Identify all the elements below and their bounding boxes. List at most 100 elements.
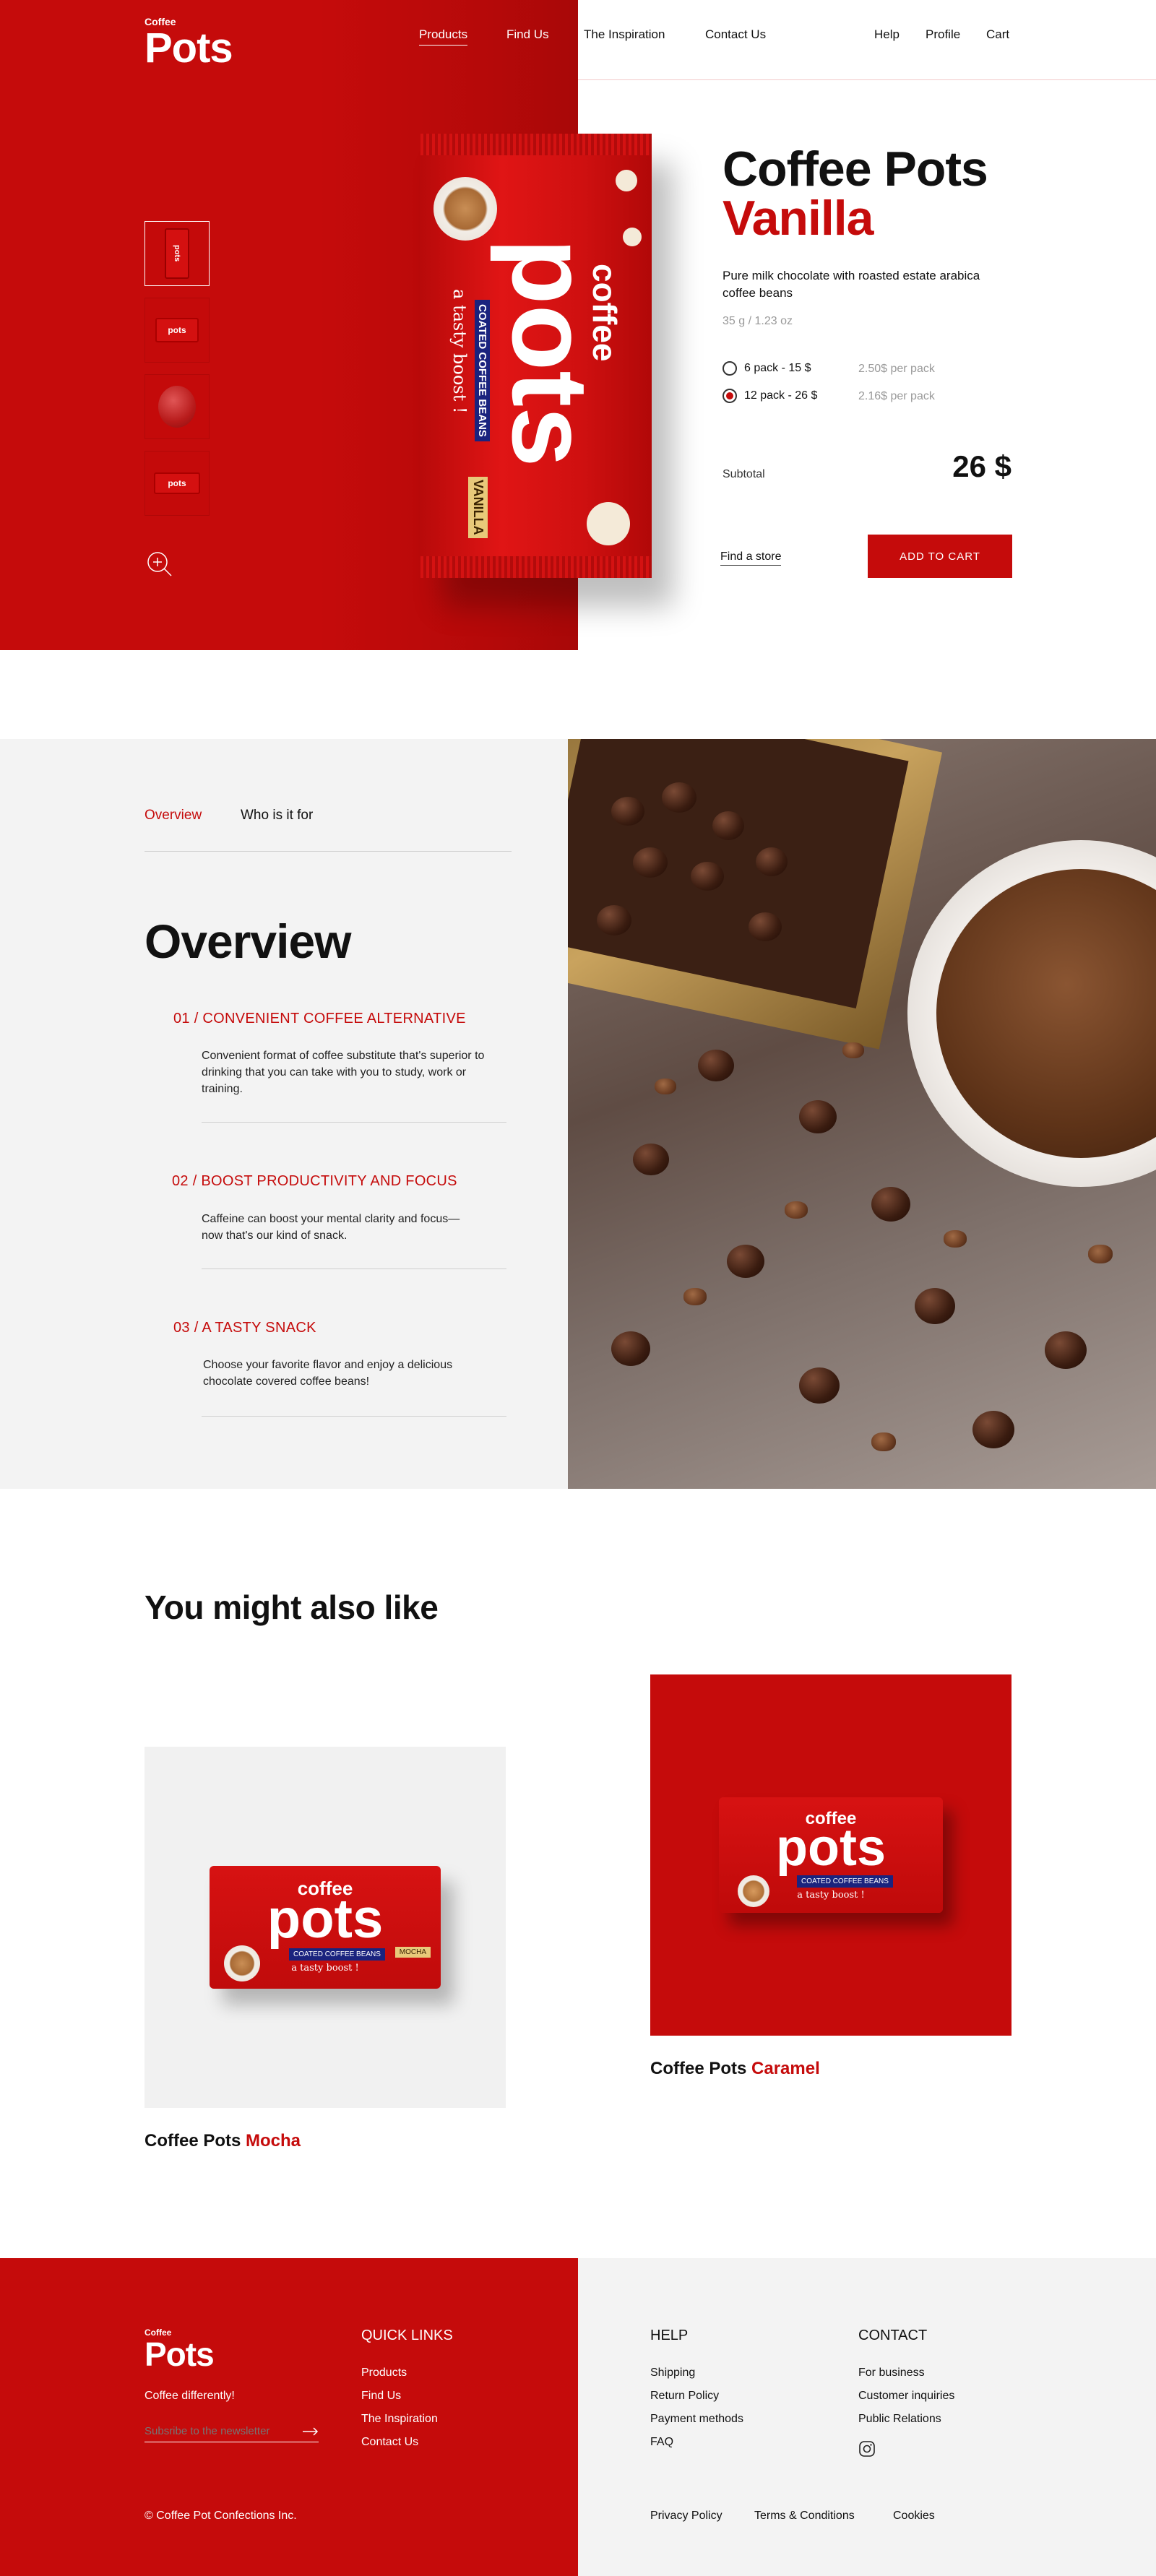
logo[interactable]: Coffee Pots: [144, 16, 233, 69]
hero-white-panel: [578, 0, 1156, 650]
radio-6-pack[interactable]: [722, 361, 737, 376]
vanilla-flower-icon: [587, 502, 630, 545]
footer-link-contact-us[interactable]: Contact Us: [361, 2436, 418, 2449]
logo-big-text: Pots: [144, 25, 233, 72]
option-6-pack-label: 6 pack - 15 $: [744, 362, 811, 374]
zoom-in-icon[interactable]: [144, 549, 173, 582]
product-description: Pure milk chocolate with roasted estate …: [722, 269, 980, 300]
product-title-line1: Coffee Pots: [722, 142, 988, 196]
footer-red-panel: [0, 2258, 578, 2576]
overview-heading: Overview: [144, 915, 352, 968]
subtotal-value: 26 $: [952, 449, 1012, 483]
overview-item-3-divider: [202, 1416, 506, 1417]
thumbnail-2[interactable]: pots: [144, 298, 210, 363]
bean-decoration: [623, 228, 642, 246]
nav-divider: [578, 79, 1156, 80]
newsletter-input[interactable]: [144, 2425, 289, 2437]
footer-tagline: Coffee differently!: [144, 2390, 235, 2402]
nav-cart[interactable]: Cart: [986, 27, 1009, 42]
arrow-right-icon[interactable]: [303, 2426, 319, 2436]
subtotal-label: Subtotal: [722, 468, 765, 480]
overview-item-3-text: Choose your favorite flavor and enjoy a …: [203, 1359, 453, 1388]
overview-item-1-divider: [202, 1122, 506, 1123]
bean-decoration: [616, 170, 637, 191]
thumbnail-4[interactable]: pots: [144, 451, 210, 516]
footer-cookies[interactable]: Cookies: [893, 2510, 935, 2523]
product-title: Coffee Pots Vanilla: [722, 144, 988, 243]
footer-link-customer-inquiries[interactable]: Customer inquiries: [858, 2390, 954, 2403]
nav-contact-us[interactable]: Contact Us: [705, 27, 766, 42]
footer-link-for-business[interactable]: For business: [858, 2367, 925, 2380]
product-card-caramel[interactable]: coffee pots COATED COFFEE BEANS a tasty …: [650, 1674, 1012, 2036]
overview-item-1-title: 01 / CONVENIENT COFFEE ALTERNATIVE: [173, 1011, 466, 1027]
overview-item-2-number: 02 /: [172, 1173, 202, 1189]
nav-find-us[interactable]: Find Us: [506, 27, 549, 42]
product-card-caramel-name[interactable]: Coffee Pots Caramel: [650, 2059, 820, 2079]
caramel-name-prefix: Coffee Pots: [650, 2059, 752, 2078]
pack-flavor-text: VANILLA: [468, 477, 488, 538]
overview-item-2-text: Caffeine can boost your mental clarity a…: [202, 1213, 460, 1242]
radio-12-pack[interactable]: [722, 389, 737, 403]
nav-profile[interactable]: Profile: [926, 27, 960, 42]
product-card-mocha-name[interactable]: Coffee Pots Mocha: [144, 2131, 301, 2151]
thumbnail-1[interactable]: pots: [144, 221, 210, 286]
mocha-name-flavor: Mocha: [246, 2131, 301, 2151]
thumbnail-pack-vertical: pots: [165, 228, 189, 279]
footer-help-title: HELP: [650, 2328, 689, 2343]
caramel-pack-tasty: a tasty boost !: [797, 1890, 865, 1901]
product-package-image: coffee pots COATED COFFEE BEANS a tasty …: [420, 134, 652, 578]
footer-link-payment-methods[interactable]: Payment methods: [650, 2413, 743, 2426]
caramel-pack-coated: COATED COFFEE BEANS: [797, 1875, 893, 1888]
thumbnail-bean-shape: [158, 386, 196, 428]
thumbnail-3[interactable]: [144, 374, 210, 439]
newsletter-field[interactable]: [144, 2425, 319, 2442]
product-title-flavor: Vanilla: [722, 191, 874, 246]
product-weight: 35 g / 1.23 oz: [722, 315, 793, 327]
nav-inspiration[interactable]: The Inspiration: [584, 27, 665, 42]
option-12-pack-label: 12 pack - 26 $: [744, 389, 818, 402]
option-6-pack-per: 2.50$ per pack: [858, 363, 935, 375]
product-card-mocha[interactable]: coffee pots COATED COFFEE BEANS a tasty …: [144, 1747, 506, 2108]
caramel-package-image: coffee pots COATED COFFEE BEANS a tasty …: [719, 1797, 943, 1913]
footer-link-products[interactable]: Products: [361, 2367, 407, 2380]
footer-privacy-policy[interactable]: Privacy Policy: [650, 2510, 722, 2523]
instagram-icon[interactable]: [858, 2440, 876, 2461]
tab-who-is-it-for[interactable]: Who is it for: [241, 808, 313, 824]
mocha-pack-coated: COATED COFFEE BEANS: [289, 1948, 385, 1961]
add-to-cart-button[interactable]: ADD TO CART: [868, 535, 1012, 578]
footer-link-find-us[interactable]: Find Us: [361, 2390, 401, 2403]
nav-products[interactable]: Products: [419, 27, 468, 46]
mocha-pack-pots: pots: [267, 1888, 384, 1950]
footer-link-return-policy[interactable]: Return Policy: [650, 2390, 719, 2403]
find-store-link[interactable]: Find a store: [720, 550, 782, 566]
footer-link-shipping[interactable]: Shipping: [650, 2367, 695, 2380]
overview-item-3-title-text: A TASTY SNACK: [202, 1320, 316, 1336]
footer-terms-conditions[interactable]: Terms & Conditions: [754, 2510, 855, 2523]
overview-item-1-number: 01 /: [173, 1011, 203, 1026]
thumbnail-pack-horizontal: pots: [155, 318, 199, 342]
pack-tasty-text: a tasty boost !: [449, 289, 470, 414]
overview-item-1-title-text: CONVENIENT COFFEE ALTERNATIVE: [202, 1011, 466, 1026]
pack-pots-text: pots: [490, 238, 611, 467]
footer-logo[interactable]: Coffee Pots: [144, 2328, 215, 2373]
overview-item-2-title: 02 / BOOST PRODUCTIVITY AND FOCUS: [172, 1173, 457, 1190]
option-12-pack[interactable]: 12 pack - 26 $: [722, 389, 817, 403]
footer-link-public-relations[interactable]: Public Relations: [858, 2413, 941, 2426]
footer-logo-big: Pots: [144, 2335, 215, 2373]
related-heading: You might also like: [144, 1589, 439, 1626]
footer-copyright: © Coffee Pot Confections Inc.: [144, 2510, 297, 2522]
mocha-name-prefix: Coffee Pots: [144, 2131, 246, 2151]
caramel-pack-pots: pots: [776, 1819, 886, 1877]
footer-link-faq[interactable]: FAQ: [650, 2436, 673, 2449]
overview-item-2-divider: [202, 1268, 506, 1269]
tab-overview[interactable]: Overview: [144, 808, 202, 824]
option-6-pack[interactable]: 6 pack - 15 $: [722, 361, 811, 376]
caramel-name-flavor: Caramel: [751, 2059, 820, 2078]
thumbnail-pack-angled: pots: [154, 472, 200, 494]
overview-item-2-title-text: BOOST PRODUCTIVITY AND FOCUS: [201, 1173, 457, 1189]
mocha-package-image: coffee pots COATED COFFEE BEANS a tasty …: [210, 1866, 441, 1989]
coffee-beans-photo: [568, 739, 1156, 1489]
footer-link-inspiration[interactable]: The Inspiration: [361, 2413, 438, 2426]
nav-help[interactable]: Help: [874, 27, 900, 42]
overview-item-1-text: Convenient format of coffee substitute t…: [202, 1050, 485, 1096]
